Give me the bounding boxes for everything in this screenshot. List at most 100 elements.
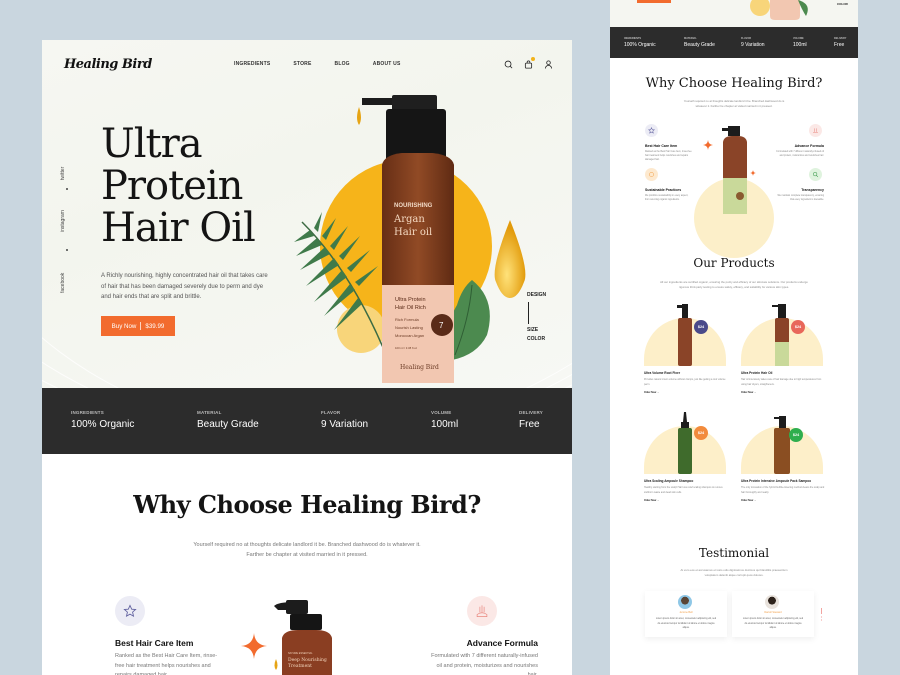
product-image: [677, 304, 692, 366]
order-now-link[interactable]: Order Now →: [644, 499, 659, 502]
feature-title: Transparency: [801, 188, 824, 192]
sparkle-icon: [241, 633, 267, 659]
nav-store[interactable]: STORE: [293, 61, 311, 67]
why-subtitle: Yourself required no at thoughts delicat…: [193, 542, 421, 558]
bottle-tag: NATURE ESSENTIAL: [288, 652, 313, 655]
bottle-badge: 7: [439, 321, 444, 330]
feature-description: Ranked as the Best Hair Care Item, rinse…: [645, 151, 692, 161]
spec-item: INGREDIENTS 100% Organic: [71, 410, 134, 430]
order-now-label: Order Now: [741, 499, 754, 502]
nav-about-us[interactable]: ABOUT US: [373, 61, 401, 67]
spec-label: MATERIAL: [684, 37, 697, 40]
spec-label: FLAVOR: [741, 37, 752, 40]
spec-item: MATERIAL Beauty Grade: [197, 410, 259, 430]
hero-section: Healing Bird INGREDIENTS STORE BLOG ABOU…: [42, 40, 572, 388]
hero-title: Ultra Protein Hair Oil: [101, 123, 256, 251]
order-now-label: Order Now: [644, 391, 657, 394]
product-bottle: NOURISHING Argan Hair oil Ultra Protein …: [362, 95, 454, 383]
bottle-tag: NOURISHING: [394, 203, 433, 209]
social-instagram[interactable]: instagram: [60, 210, 66, 232]
price-badge: $24: [789, 428, 803, 442]
spec-item: FLAVOR 9 Variation: [321, 410, 368, 430]
spec-value: Free: [519, 419, 540, 430]
leaf-icon: [645, 168, 658, 181]
product-name[interactable]: Ultra Scaling Ampoule Shampoo: [644, 479, 693, 483]
product-name[interactable]: Ultra Volume Root Fixer: [644, 371, 680, 375]
product-description: The only innovation of the hybrid bubble…: [741, 486, 825, 494]
order-now-link[interactable]: Order Now →: [741, 499, 756, 502]
product-description: Healthy starting from the scalp! Hair lo…: [644, 486, 723, 494]
nav-blog[interactable]: BLOG: [335, 61, 350, 67]
side-why-title: Why Choose Healing Bird?: [645, 76, 823, 91]
hero-title-line: Hair Oil: [101, 205, 256, 251]
button-divider: [140, 322, 142, 330]
side-hero: COLOR: [610, 0, 858, 27]
spec-bar: INGREDIENTS 100% Organic MATERIAL Beauty…: [42, 388, 572, 454]
logo[interactable]: Healing Bird: [64, 57, 152, 72]
spec-item: INGREDIENTS 100% Organic: [624, 37, 656, 48]
side-why-subtitle: Yourself required no at thoughts delicat…: [683, 99, 785, 108]
spec-value: Free: [834, 42, 845, 48]
bottle-label: Hair Oil Rich: [395, 305, 426, 311]
bottle-name: Treatment: [288, 663, 312, 669]
product-name[interactable]: Ultra Protein Hair Oil: [741, 371, 772, 375]
price-badge: $24: [694, 320, 708, 334]
feature-title: Advance Formula: [466, 638, 538, 648]
testimonial-name: Darrell Steward: [764, 611, 782, 614]
variant-indicator: [528, 302, 529, 324]
feature-title: Advance Formula: [794, 144, 824, 148]
variant-color[interactable]: COLOR: [527, 336, 545, 342]
spec-item: MATERIAL Beauty Grade: [684, 37, 715, 48]
product-name[interactable]: Ultra Protein Intensive Ampoule Pack Sam…: [741, 479, 811, 483]
spec-label: FLAVOR: [321, 410, 341, 415]
formula-icon: [809, 124, 822, 137]
price-badge: $24: [791, 320, 805, 334]
side-feature-bottle: [722, 126, 747, 214]
spec-item: DELIVERY Free: [519, 410, 543, 430]
spec-value: 100% Organic: [624, 42, 656, 48]
feature-description: Formulated with 7 different naturally-in…: [776, 151, 824, 157]
hero-description: A Richly nourishing, highly concentrated…: [101, 273, 268, 300]
header-actions: [504, 57, 553, 69]
cart-icon[interactable]: [524, 57, 535, 69]
side-spec-bar: INGREDIENTS 100% Organic MATERIAL Beauty G…: [610, 27, 858, 58]
bottle-feature: Moroccan Argan: [395, 333, 424, 338]
testimonial-text: Lorem ipsum dolor sit amet, consectetur …: [655, 618, 717, 629]
spec-value: 100ml: [431, 419, 459, 430]
user-icon[interactable]: [544, 60, 553, 69]
social-facebook[interactable]: facebook: [60, 273, 66, 293]
feature-title: Best Hair Care Item: [115, 638, 194, 648]
nav-ingredients[interactable]: INGREDIENTS: [234, 61, 270, 67]
side-variant-color[interactable]: COLOR: [837, 2, 848, 6]
side-product-image: [750, 0, 808, 20]
testimonial-name: Jerome Bell: [679, 611, 693, 614]
buy-now-button[interactable]: Buy Now $39.99: [101, 316, 175, 336]
search-icon[interactable]: [504, 60, 513, 69]
order-now-link[interactable]: Order Now →: [741, 391, 756, 394]
main-page: Healing Bird INGREDIENTS STORE BLOG ABOU…: [42, 40, 572, 675]
order-now-link[interactable]: Order Now →: [644, 391, 659, 394]
bottle-name: Hair oil: [394, 227, 432, 238]
spec-item: FLAVOR 9 Variation: [741, 37, 765, 48]
buy-label: Buy Now: [111, 322, 137, 330]
side-page-preview: COLOR INGREDIENTS 100% Organic MATERIAL Be…: [610, 0, 858, 675]
spec-item: VOLUME 100ml: [431, 410, 458, 430]
spec-label: VOLUME: [431, 410, 452, 415]
order-now-label: Order Now: [644, 499, 657, 502]
bottle-feature: Nourish Lasting: [395, 325, 423, 330]
feature-description: We maintain complete transparency, ensur…: [777, 195, 824, 201]
side-buy-button[interactable]: [637, 0, 671, 3]
testimonial-title: Testimonial: [698, 546, 770, 560]
sparkle-icon: [750, 170, 756, 176]
carousel-pagination[interactable]: [820, 608, 823, 622]
oil-drop-icon: [494, 220, 526, 298]
social-separator: [66, 249, 68, 251]
variant-design[interactable]: DESIGN: [527, 292, 546, 298]
social-twitter[interactable]: twitter: [60, 167, 66, 180]
variant-size[interactable]: SIZE: [527, 327, 538, 333]
bottle-brand: Healing Bird: [400, 364, 439, 371]
product-description: Hair oil intensively takes care of hair …: [741, 378, 822, 386]
feature-description: We prioritize sustainability in every as…: [645, 195, 689, 201]
social-links: twitter instagram facebook: [60, 150, 72, 300]
spec-item: VOLUME 100ml: [793, 37, 807, 48]
